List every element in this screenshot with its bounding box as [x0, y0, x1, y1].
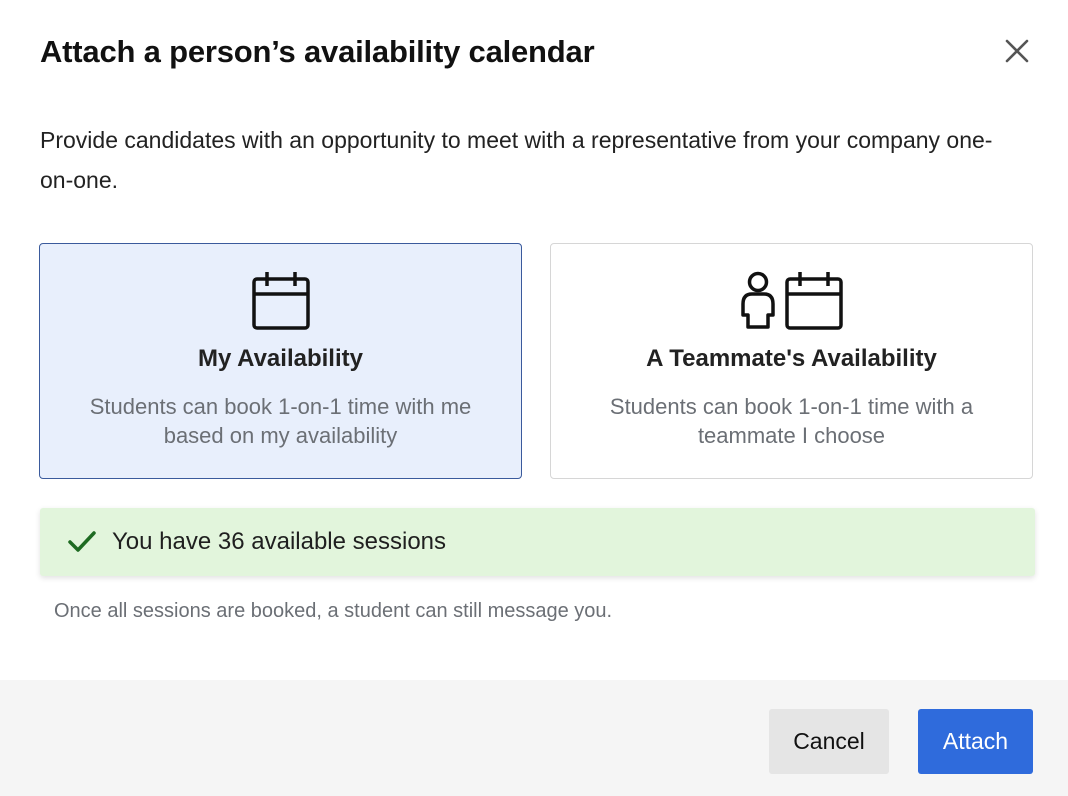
person-icon — [740, 271, 775, 329]
banner-message: You have 36 available sessions — [112, 528, 447, 555]
attach-button[interactable]: Attach — [918, 709, 1033, 774]
dialog-description: Provide candidates with an opportunity t… — [40, 127, 993, 193]
option-icons — [40, 270, 521, 332]
checkmark-icon — [68, 531, 96, 552]
option-description: Students can book 1-on-1 time with me ba… — [89, 394, 472, 448]
cancel-button[interactable]: Cancel — [769, 709, 889, 774]
option-title: A Teammate's Availability — [646, 345, 937, 372]
sessions-available-banner: You have 36 available sessions — [40, 508, 1035, 576]
option-my-availability[interactable]: My Availability Students can book 1-on-1… — [39, 243, 522, 479]
calendar-icon — [784, 272, 843, 330]
calendar-icon — [251, 272, 310, 330]
attach-calendar-dialog: Attach a person’s availability calendar … — [0, 0, 1068, 796]
option-teammate-availability[interactable]: A Teammate's Availability Students can b… — [550, 243, 1033, 479]
close-icon — [1005, 39, 1029, 63]
close-button[interactable] — [998, 32, 1036, 70]
dialog-footer: Cancel Attach — [0, 680, 1068, 796]
option-description: Students can book 1-on-1 time with a tea… — [609, 394, 974, 448]
option-title: My Availability — [198, 345, 363, 372]
option-icons — [551, 270, 1032, 332]
dialog-title: Attach a person’s availability calendar — [40, 34, 595, 69]
booking-note: Once all sessions are booked, a student … — [54, 600, 613, 622]
